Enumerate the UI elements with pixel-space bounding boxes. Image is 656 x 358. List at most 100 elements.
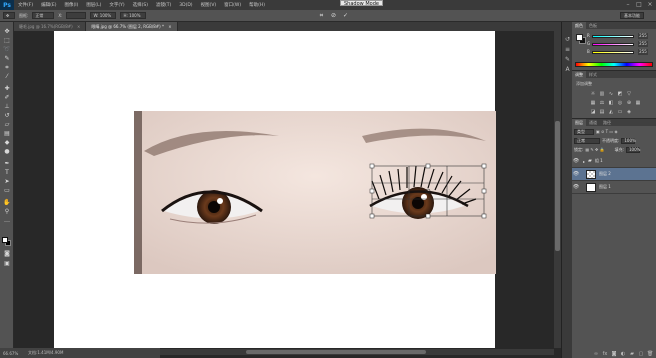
close-button[interactable]: × (646, 1, 654, 8)
screen-mode-icon[interactable]: ▣ (3, 260, 11, 267)
green-value-field[interactable]: 255 (638, 41, 648, 47)
menu-file[interactable]: 文件(F) (14, 2, 37, 8)
layer-row-selected[interactable]: 👁 图层 2 (572, 168, 656, 181)
horizontal-scroll-thumb[interactable] (246, 350, 426, 354)
marquee-tool-icon[interactable]: ⬚ (3, 37, 11, 44)
commit-transform-icon[interactable]: ✓ (342, 12, 349, 19)
opacity-field[interactable]: 100% (621, 137, 636, 144)
blue-value-field[interactable]: 255 (638, 49, 648, 55)
menu-view[interactable]: 视图(V) (197, 2, 221, 8)
menu-3d[interactable]: 3D(D) (175, 3, 196, 8)
warp-icon[interactable]: ⌗ (318, 12, 325, 19)
curves-icon[interactable]: ∿ (608, 91, 614, 97)
eraser-tool-icon[interactable]: ▱ (3, 121, 11, 128)
menu-window[interactable]: 窗口(W) (220, 2, 245, 8)
red-value-field[interactable]: 255 (638, 33, 648, 39)
tab-channels[interactable]: 通道 (586, 119, 600, 126)
foreground-color-chip[interactable] (576, 34, 583, 41)
layer-row-group[interactable]: 👁 ▸ ▰ 组 1 (572, 155, 656, 168)
menu-help[interactable]: 帮助(H) (245, 2, 269, 8)
width-field[interactable]: W: 100% (90, 12, 117, 19)
minimize-button[interactable]: – (624, 1, 632, 8)
healing-brush-tool-icon[interactable]: ✚ (3, 85, 11, 92)
new-layer-icon[interactable]: ▢ (638, 351, 644, 357)
blur-tool-icon[interactable]: ◆ (3, 139, 11, 146)
expand-arrow-icon[interactable]: ▸ (583, 159, 585, 164)
brightness-icon[interactable]: ☼ (590, 91, 596, 97)
horizontal-scrollbar[interactable] (160, 349, 554, 355)
link-layers-icon[interactable]: ∞ (593, 351, 599, 357)
tab-adjustments[interactable]: 调整 (572, 71, 586, 78)
gradient-map-icon[interactable]: ▭ (617, 109, 623, 115)
red-slider[interactable]: R 255 (587, 33, 648, 39)
close-icon[interactable]: × (168, 24, 171, 29)
x-field[interactable] (66, 12, 87, 19)
eyedropper-tool-icon[interactable]: ⁄ (3, 73, 11, 80)
color-balance-icon[interactable]: ⚖ (599, 100, 605, 106)
eye-icon[interactable]: 👁 (572, 171, 580, 177)
eye-icon[interactable]: 👁 (572, 158, 580, 164)
menu-type[interactable]: 文字(Y) (105, 2, 128, 8)
blue-slider[interactable]: B 255 (587, 49, 648, 55)
properties-panel-icon[interactable]: ≡ (564, 46, 571, 53)
eyes-photo[interactable] (134, 111, 496, 274)
move-tool-icon[interactable]: ✥ (3, 28, 11, 35)
quick-mask-icon[interactable]: ◙ (3, 250, 11, 257)
new-group-icon[interactable]: ▰ (629, 351, 635, 357)
document-info[interactable]: 文档:1.41M/4.90M (24, 350, 63, 356)
gradient-tool-icon[interactable]: ▤ (3, 130, 11, 137)
zoom-level-field[interactable]: 66.67% (0, 351, 24, 356)
height-field[interactable]: H: 100% (120, 12, 147, 19)
menu-image[interactable]: 图像(I) (60, 2, 82, 8)
green-slider[interactable]: G 255 (587, 41, 648, 47)
tab-color[interactable]: 颜色 (572, 22, 586, 29)
tab-styles[interactable]: 样式 (586, 71, 600, 78)
path-select-tool-icon[interactable]: ➤ (3, 178, 11, 185)
zoom-tool-icon[interactable]: ⚲ (3, 208, 11, 215)
document-tab-active[interactable]: 眼睛.jpg @ 66.7% (图层 2, RGB/8#) * × (86, 22, 178, 31)
tool-preset-picker[interactable]: ✥ (3, 12, 15, 19)
red-slider-track[interactable] (592, 35, 634, 38)
invert-icon[interactable]: ◪ (590, 109, 596, 115)
cancel-transform-icon[interactable]: ⊘ (330, 12, 337, 19)
canvas-area[interactable] (14, 31, 554, 348)
clone-stamp-tool-icon[interactable]: ⊥ (3, 103, 11, 110)
maximize-button[interactable]: □ (635, 1, 643, 8)
threshold-icon[interactable]: ◭ (608, 109, 614, 115)
layer-kind-select[interactable]: 类型 (574, 128, 594, 135)
dodge-tool-icon[interactable]: ● (3, 148, 11, 155)
posterize-icon[interactable]: ▤ (599, 109, 605, 115)
document-tab[interactable]: 睫毛.jpg @ 16.7%(RGB/8#) × (14, 22, 87, 31)
workspace-select[interactable]: 基本功能 (620, 12, 644, 19)
menu-layer[interactable]: 图层(L) (82, 2, 105, 8)
color-lookup-icon[interactable]: ▦ (635, 100, 641, 106)
new-adjustment-icon[interactable]: ◐ (620, 351, 626, 357)
tab-paths[interactable]: 路径 (600, 119, 614, 126)
brush-tool-icon[interactable]: ✐ (3, 94, 11, 101)
hand-tool-icon[interactable]: ✋ (3, 199, 11, 206)
lock-icons[interactable]: ▦ ✎ ✥ 🔒 (585, 147, 604, 152)
photo-filter-icon[interactable]: ◎ (617, 100, 623, 106)
menu-select[interactable]: 选择(S) (129, 2, 152, 8)
history-panel-icon[interactable]: ↺ (564, 36, 571, 43)
exposure-icon[interactable]: ◩ (617, 91, 623, 97)
close-icon[interactable]: × (77, 24, 80, 29)
type-tool-icon[interactable]: T (3, 169, 11, 176)
layer-style-icon[interactable]: fx (602, 351, 608, 357)
shape-tool-icon[interactable]: ▭ (3, 187, 11, 194)
filter-icons[interactable]: ▣ ⊘ T ▭ ◈ (596, 129, 618, 134)
vertical-scroll-thumb[interactable] (555, 121, 560, 251)
vibrance-icon[interactable]: ▽ (626, 91, 632, 97)
brush-panel-icon[interactable]: ✎ (564, 56, 571, 63)
selective-color-icon[interactable]: ◈ (626, 109, 632, 115)
tab-layers[interactable]: 图层 (572, 119, 586, 126)
layer-row[interactable]: 👁 图层 1 (572, 181, 656, 194)
hue-saturation-icon[interactable]: ▦ (590, 100, 596, 106)
tab-swatches[interactable]: 色板 (586, 22, 600, 29)
blend-mode-select[interactable]: 正常 (574, 137, 600, 144)
add-mask-icon[interactable]: ◙ (611, 351, 617, 357)
menu-edit[interactable]: 编辑(E) (37, 2, 60, 8)
color-spectrum-ramp[interactable] (575, 62, 653, 67)
lasso-tool-icon[interactable]: ➰ (3, 46, 11, 53)
quick-select-tool-icon[interactable]: ✎ (3, 55, 11, 62)
